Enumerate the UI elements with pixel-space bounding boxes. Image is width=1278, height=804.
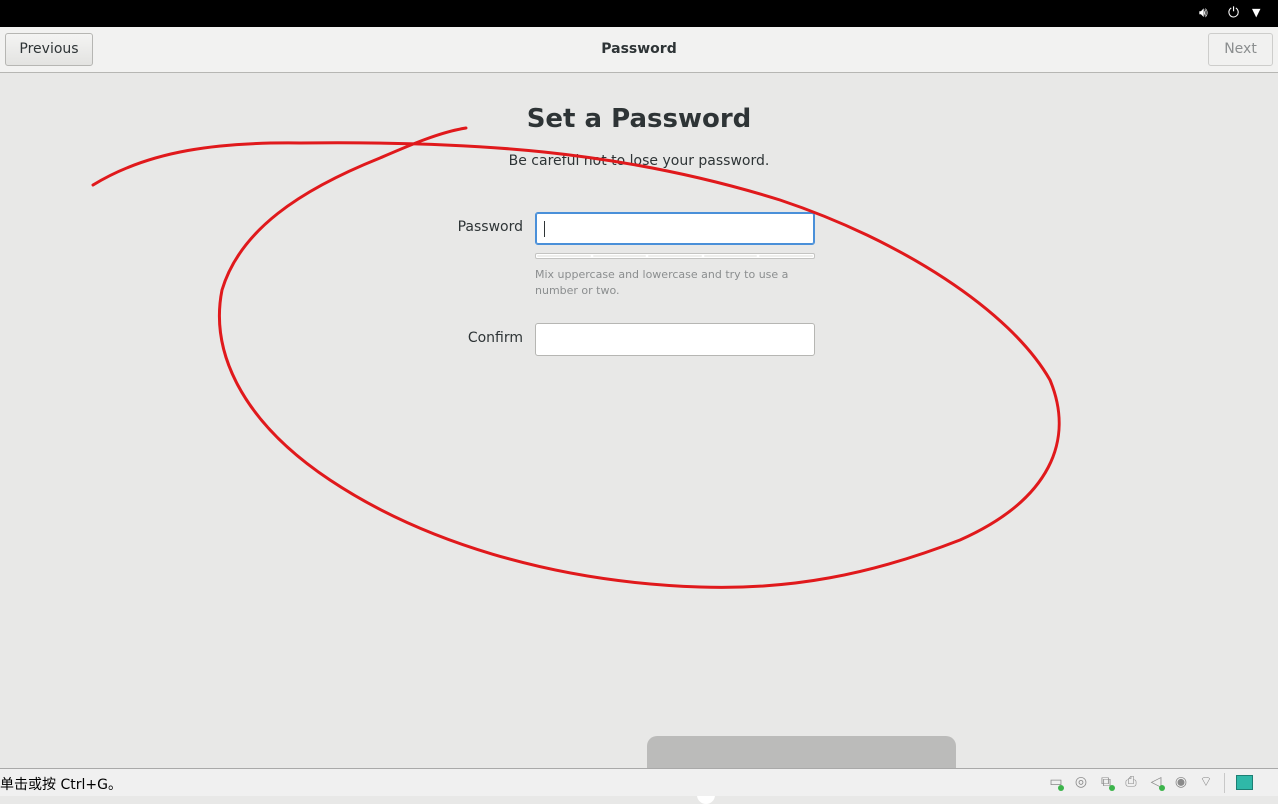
vm-status-bar: 单击或按 Ctrl+G。 ▭ ◎ ⧉ ⎙ ◁ ◉ ⌔	[0, 768, 1278, 796]
dropdown-arrow-icon[interactable]: ▼	[1252, 4, 1260, 22]
password-strength-hint: Mix uppercase and lowercase and try to u…	[535, 268, 789, 297]
password-input[interactable]	[535, 212, 815, 245]
status-hint-text: 单击或按 Ctrl+G。	[0, 777, 122, 793]
message-icon[interactable]	[1236, 775, 1253, 790]
header-title: Password	[601, 41, 677, 57]
system-top-bar: 🔊︎ ⏻ ▼	[0, 0, 1278, 27]
confirm-password-input[interactable]	[535, 323, 815, 356]
usb-icon[interactable]: ◉	[1172, 773, 1190, 791]
network-activity-indicator	[1109, 785, 1115, 791]
header-bar: Previous Password Next	[0, 27, 1278, 73]
wireless-icon[interactable]: ⌔	[1197, 773, 1215, 791]
text-caret	[544, 221, 545, 237]
password-page: Set a Password Be careful not to lose yo…	[0, 73, 1278, 768]
optical-disc-icon[interactable]: ◎	[1072, 773, 1090, 791]
printer-icon[interactable]: ⎙	[1122, 773, 1140, 791]
page-subheading: Be careful not to lose your password.	[508, 153, 770, 169]
hard-disk-activity-indicator	[1058, 785, 1064, 791]
password-strength-meter	[535, 253, 815, 259]
page-heading: Set a Password	[526, 104, 752, 134]
speaker-icon[interactable]: 🔊︎	[1199, 4, 1208, 22]
confirm-label: Confirm	[467, 330, 523, 346]
sound-activity-indicator	[1159, 785, 1165, 791]
status-separator	[1224, 773, 1225, 793]
password-label: Password	[457, 219, 523, 235]
power-icon[interactable]: ⏻	[1228, 4, 1239, 22]
next-button[interactable]: Next	[1208, 33, 1273, 66]
